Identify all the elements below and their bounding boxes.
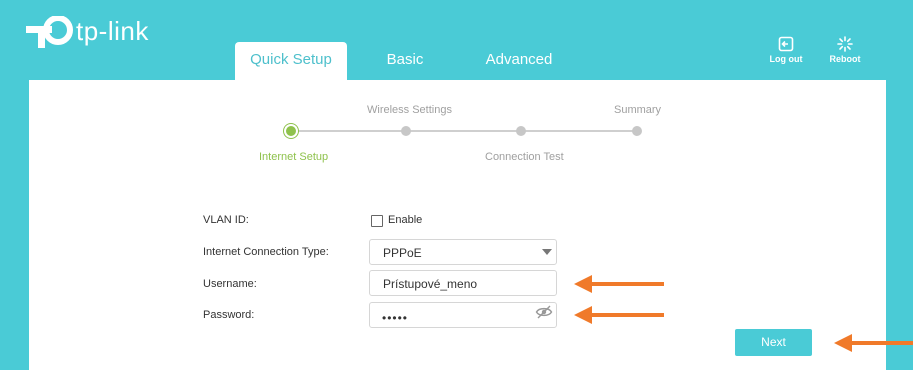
next-button[interactable]: Next xyxy=(735,329,812,356)
password-label: Password: xyxy=(203,309,255,321)
eye-slash-icon[interactable] xyxy=(535,305,553,319)
username-label: Username: xyxy=(203,278,257,290)
brand-name: tp-link xyxy=(76,15,149,46)
connection-type-value: PPPoE xyxy=(383,246,422,260)
vlan-id-label: VLAN ID: xyxy=(203,214,249,226)
right-frame xyxy=(886,80,913,370)
tab-quick-setup[interactable]: Quick Setup xyxy=(235,42,347,80)
logout-label: Log out xyxy=(769,54,803,64)
progress-track xyxy=(297,130,638,132)
step-label-internet-setup: Internet Setup xyxy=(259,151,329,163)
username-value: Prístupové_meno xyxy=(383,277,478,291)
tab-advanced[interactable]: Advanced xyxy=(471,42,567,80)
username-input[interactable]: Prístupové_meno xyxy=(369,270,557,296)
connection-type-label: Internet Connection Type: xyxy=(203,246,329,258)
step-dot-summary xyxy=(632,126,642,136)
vlan-enable-label[interactable]: Enable xyxy=(388,214,422,226)
left-frame xyxy=(0,80,29,370)
step-dot-connection-test xyxy=(516,126,526,136)
logout-icon xyxy=(778,36,794,52)
annotation-arrow-username xyxy=(574,275,664,293)
annotation-arrow-password xyxy=(574,306,664,324)
connection-type-select[interactable]: PPPoE xyxy=(369,239,557,265)
step-dot-wireless-settings xyxy=(401,126,411,136)
logout-button[interactable]: Log out xyxy=(766,36,806,64)
step-dot-internet-setup xyxy=(284,124,298,138)
tab-basic[interactable]: Basic xyxy=(363,42,447,80)
tp-link-logo: tp-link xyxy=(26,16,149,50)
step-label-wireless-settings: Wireless Settings xyxy=(367,104,452,116)
chevron-down-icon[interactable] xyxy=(542,249,552,255)
reboot-label: Reboot xyxy=(829,54,861,64)
vlan-enable-checkbox[interactable] xyxy=(371,215,383,227)
step-label-summary: Summary xyxy=(614,104,662,116)
reboot-icon xyxy=(837,36,853,52)
top-header: tp-link Quick Setup Basic Advanced Log o… xyxy=(0,0,913,80)
annotation-arrow-next xyxy=(834,334,913,352)
password-value: ••••• xyxy=(382,311,409,325)
reboot-button[interactable]: Reboot xyxy=(825,36,865,64)
tp-link-logo-icon xyxy=(26,16,73,48)
step-label-connection-test: Connection Test xyxy=(485,151,564,163)
